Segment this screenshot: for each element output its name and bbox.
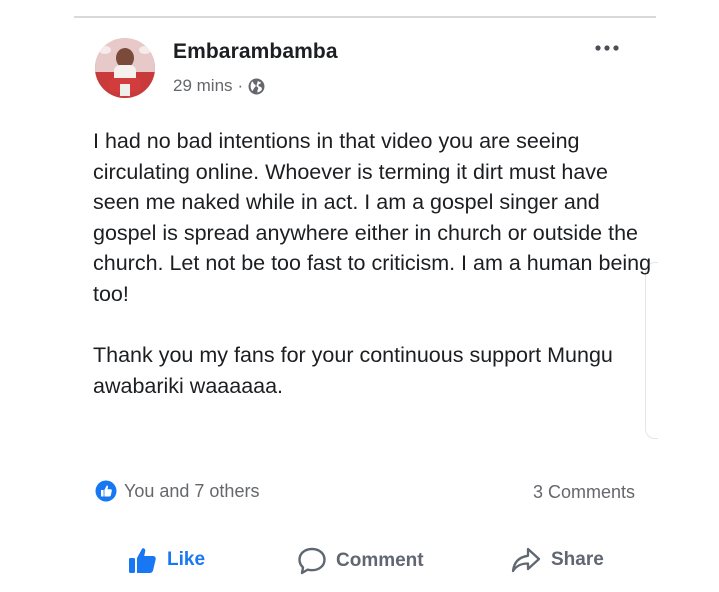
- thumbs-up-icon: [129, 548, 156, 573]
- top-divider: [74, 16, 656, 18]
- post-meta: 29 mins ·: [173, 76, 265, 96]
- author-name[interactable]: Embarambamba: [173, 40, 338, 64]
- avatar-image: [95, 38, 155, 98]
- comments-count[interactable]: 3 Comments: [533, 482, 635, 503]
- comment-label: Comment: [336, 550, 424, 571]
- like-label: Like: [167, 549, 206, 570]
- more-horizontal-icon[interactable]: [592, 42, 622, 54]
- like-button[interactable]: Like: [128, 546, 205, 574]
- post-actions-bar: Like Comment Share: [0, 540, 719, 586]
- post-time[interactable]: 29 mins: [173, 76, 233, 96]
- comment-icon: [298, 547, 326, 575]
- reaction-summary[interactable]: You and 7 others: [95, 480, 259, 502]
- post-body: I had no bad intentions in that video yo…: [93, 126, 653, 401]
- post-paragraph: Thank you my fans for your continuous su…: [93, 343, 613, 398]
- meta-separator: ·: [237, 76, 244, 95]
- globe-icon: [248, 78, 265, 94]
- author-avatar[interactable]: [95, 38, 155, 98]
- post-paragraph: I had no bad intentions in that video yo…: [93, 129, 652, 306]
- like-reaction-icon: [95, 480, 117, 502]
- share-button[interactable]: Share: [510, 546, 604, 574]
- share-label: Share: [551, 549, 604, 570]
- comment-button[interactable]: Comment: [297, 546, 424, 576]
- reaction-text: You and 7 others: [124, 480, 260, 501]
- facebook-post-screenshot: Embarambamba 29 mins · I had no bad inte…: [0, 0, 719, 592]
- share-icon: [511, 547, 541, 573]
